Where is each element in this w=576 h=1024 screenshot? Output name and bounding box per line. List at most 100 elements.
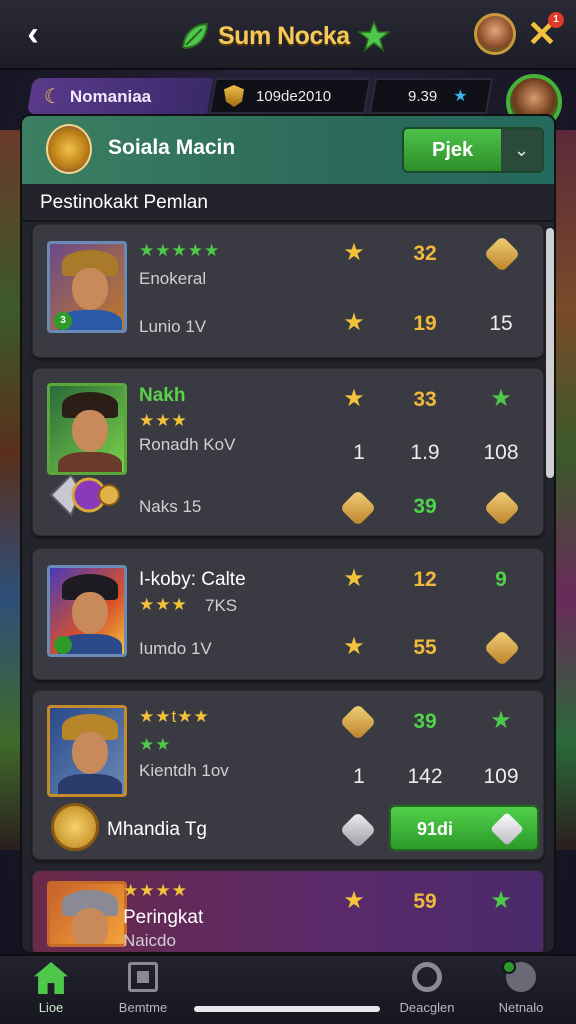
ranking-card[interactable]: Nakh ★★★ Ronadh KoV ★ 33 ★ 1 1.9 108 Nak… [32,368,544,536]
star-icon [357,20,390,52]
nav-label: Bemtme [118,1000,168,1015]
ring-icon [412,962,442,992]
hero-name: Peringkat [123,907,204,928]
nav-item-quests[interactable]: Deacglen [382,962,472,1020]
ranking-card[interactable]: ★★t★★ ★★ Kientdh 1ov 39 ★ 1 142 109 Mhan… [32,690,544,860]
nav-item-inventory[interactable]: Bemtme [98,962,188,1020]
stat-value: 108 [483,441,519,464]
nav-label: Lioe [38,1000,64,1015]
badge-icon [483,235,521,273]
stat-value: 55 [413,636,437,659]
section-label: Pestinokakt Pemlan [40,192,208,213]
badge-icon [483,629,521,667]
hero-portrait: 3 [47,241,127,333]
hero-name: Enokeral [139,269,207,288]
badge-icon [339,489,377,527]
badge-icon [339,703,377,741]
app-title-text: Sum Nocka [218,21,350,50]
home-indicator[interactable] [194,1006,380,1012]
ranking-card[interactable]: I-koby: Calte ★★★ 7KS Iumdo 1V ★ 12 9 ★ … [32,548,544,680]
stat-value: 1 [353,765,365,788]
panel-header: Soiala Macin Pjek ⌄ [22,116,554,184]
leaderboard-panel: Soiala Macin Pjek ⌄ Pestinokakt Pemlan 3… [20,114,556,954]
stat-value: 15 [489,312,513,335]
stat-value: 1 [353,441,365,464]
hero-portrait [47,705,127,797]
star-icon: ★ [343,385,365,412]
star-icon: ★ [490,887,512,914]
gem-icon: ★ [453,88,468,105]
leaf-icon [181,22,209,50]
hero-subtitle: Kientdh 1ov [139,761,229,780]
gem-counter[interactable]: 9.39 ★ [368,78,494,114]
star-icon: ★ [343,887,365,914]
divider [22,220,554,222]
star-icon: ★ [343,309,365,336]
scrollbar[interactable] [546,228,554,478]
app-title: Sum Nocka [180,16,390,56]
rank-stars: ★★ [139,735,172,754]
stat-value: 9 [495,568,507,591]
hero-name: I-koby: Calte [139,569,246,590]
hero-portrait [47,383,127,475]
stat-value: 59 [413,890,437,913]
code-plate: 109de2010 [208,78,372,114]
player-name: Nomaniaa [69,86,152,105]
filter-dropdown-button[interactable]: Pjek [404,129,502,171]
claim-button[interactable]: 91di [389,805,539,851]
notification-badge: 1 [548,12,564,28]
player-name-plate[interactable]: ☾ Nomaniaa [26,78,214,114]
ranking-card[interactable]: 3 ★★★★★ Enokeral Lunio 1V ★ 32 ★ 19 15 [32,224,544,358]
chevron-down-icon[interactable]: ⌄ [501,129,542,171]
nav-label: Netnalo [498,1000,544,1015]
stat-value: 19 [413,312,437,335]
hero-subtitle: Lunio 1V [139,317,207,336]
claim-button-label: 91di [417,819,454,839]
filter-dropdown[interactable]: Pjek ⌄ [402,127,544,173]
rank-stars: ★★★ [139,411,188,430]
star-icon: ★ [343,239,365,266]
hero-name: Nakh [139,385,186,406]
gem-icon [490,812,524,846]
nav-item-home[interactable]: Lioe [6,962,96,1020]
shield-icon [224,85,244,107]
item-label: Naks 15 [139,497,202,516]
badge-icon [483,489,521,527]
portrait-level: 3 [54,312,72,330]
stat-value: 39 [413,495,437,518]
notification-dot [502,960,516,974]
emblem-icon [46,124,92,174]
hero-subtitle: Ronadh KoV [139,435,236,454]
player-code: 109de2010 [256,87,332,105]
star-icon: ★ [343,565,365,592]
player-avatar[interactable] [474,13,516,55]
stat-value: 109 [483,765,519,788]
back-button[interactable]: ‹ [14,14,52,54]
chevron-left-icon: ‹ [27,15,39,53]
badge-icon [339,811,377,849]
stat-value: 1.9 [410,441,440,464]
moon-icon: ☾ [44,85,62,108]
hero-portrait [47,565,127,657]
panel-title: Soiala Macin [108,136,236,159]
hero-subtitle: Iumdo 1V [139,639,212,658]
stat-value: 32 [413,242,437,265]
nav-item-settings[interactable]: Netnalo [476,960,566,1020]
rank-stars: ★★t★★ [139,707,210,726]
bottom-nav: Lioe Bemtme Deacglen Netnalo [0,954,576,1024]
gem-value: 9.39 [408,87,438,105]
rank-stars: ★★★★ [123,881,188,900]
stat-value: 142 [407,765,443,788]
portrait-level [54,636,72,654]
hero-subtitle: Naicdo [123,931,176,950]
top-bar: ‹ Sum Nocka ✕ 1 [0,0,576,70]
star-icon: ★ [490,707,512,734]
ranking-card[interactable]: ★★★★ Peringkat Naicdo ★ 59 ★ [32,870,544,952]
stat-value: 12 [413,568,437,591]
shield-icon [51,803,99,851]
star-icon: ★ [490,385,512,412]
hero-portrait [47,881,127,947]
stat-value: 33 [413,388,437,411]
home-icon [34,962,68,994]
box-icon [128,962,158,992]
